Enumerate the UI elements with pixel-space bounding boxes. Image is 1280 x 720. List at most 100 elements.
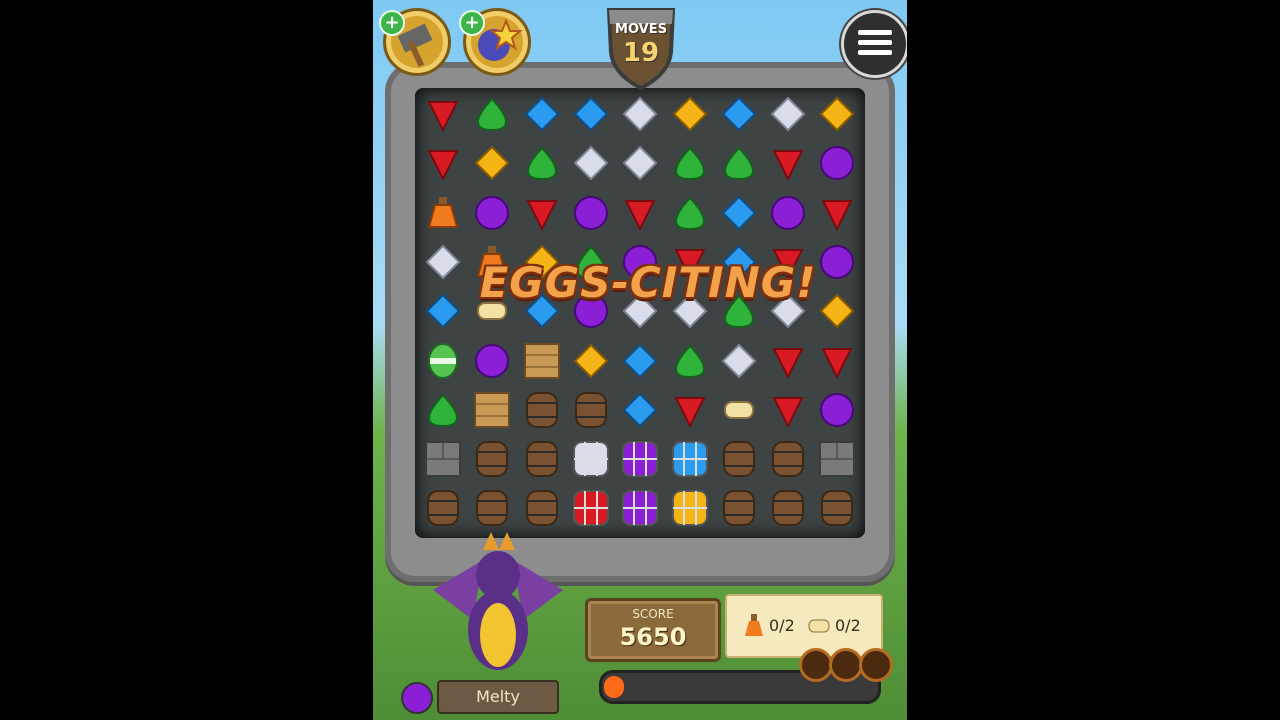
- combo-banner: EGGS-CITING!: [479, 258, 817, 307]
- progress-fill: [604, 676, 624, 698]
- board-cell-white[interactable]: [618, 141, 662, 185]
- board-cell-blue[interactable]: [618, 339, 662, 383]
- scroll-icon: [808, 619, 830, 633]
- board-cell-scroll[interactable]: [717, 388, 761, 432]
- board-cell-purple[interactable]: [815, 388, 859, 432]
- board-cell-red[interactable]: [766, 339, 810, 383]
- board-cell-barrel[interactable]: [766, 437, 810, 481]
- board-cell-stone[interactable]: [421, 437, 465, 481]
- board-cell-cage-yellow[interactable]: [668, 486, 712, 530]
- board-cell-red[interactable]: [766, 388, 810, 432]
- board-cell-barrel[interactable]: [717, 437, 761, 481]
- board-cell-purple[interactable]: [815, 141, 859, 185]
- board-cell-green[interactable]: [421, 388, 465, 432]
- score-value: 5650: [619, 623, 687, 651]
- green-gem-icon: [427, 393, 459, 427]
- board-cell-red[interactable]: [766, 141, 810, 185]
- stone-gem-icon: [425, 441, 461, 478]
- red-gem-icon: [772, 347, 804, 379]
- barrel-gem-icon: [574, 391, 607, 428]
- red-gem-icon: [772, 150, 804, 182]
- yellow-gem-icon: [573, 343, 609, 378]
- white-gem-icon: [770, 96, 806, 132]
- board-cell-red[interactable]: [668, 388, 712, 432]
- board-cell-barrel[interactable]: [815, 486, 859, 530]
- board-cell-egg[interactable]: [421, 339, 465, 383]
- scroll-gem-icon: [723, 400, 754, 419]
- board-cell-white[interactable]: [618, 92, 662, 136]
- board-cell-cage-purple[interactable]: [618, 486, 662, 530]
- blue-gem-icon: [573, 96, 609, 132]
- board-cell-blue[interactable]: [717, 191, 761, 235]
- board-cell-yellow[interactable]: [815, 92, 859, 136]
- green-gem-icon: [723, 146, 754, 181]
- board-cell-white[interactable]: [569, 141, 613, 185]
- board-cell-red[interactable]: [815, 339, 859, 383]
- board-cell-blue[interactable]: [421, 289, 465, 333]
- red-gem-icon: [821, 347, 854, 379]
- board-cell-cage-blue[interactable]: [668, 437, 712, 481]
- board-cell-green[interactable]: [668, 141, 712, 185]
- board-cell-red[interactable]: [618, 191, 662, 235]
- board-cell-barrel[interactable]: [520, 437, 564, 481]
- board-cell-red[interactable]: [421, 141, 465, 185]
- blue-gem-icon: [524, 96, 560, 132]
- progress-star-2: [829, 648, 863, 682]
- board-cell-green[interactable]: [520, 141, 564, 185]
- crate-gem-icon: [474, 391, 511, 428]
- barrel-gem-icon: [476, 441, 509, 478]
- board-cell-cage-purple[interactable]: [618, 437, 662, 481]
- board-cell-yellow[interactable]: [668, 92, 712, 136]
- score-panel: SCORE 5650: [585, 598, 721, 662]
- green-gem-icon: [674, 146, 705, 181]
- board-cell-yellow[interactable]: [470, 141, 514, 185]
- board-cell-red[interactable]: [815, 191, 859, 235]
- cage-purple-gem-icon: [622, 441, 659, 478]
- barrel-gem-icon: [525, 441, 558, 478]
- board-cell-barrel[interactable]: [520, 388, 564, 432]
- board-cell-white[interactable]: [766, 92, 810, 136]
- yellow-gem-icon: [819, 293, 855, 329]
- purple-gem-icon: [573, 195, 608, 230]
- board-cell-blue[interactable]: [618, 388, 662, 432]
- board-cell-potion[interactable]: [421, 191, 465, 235]
- board-cell-blue[interactable]: [520, 92, 564, 136]
- green-gem-icon: [477, 97, 508, 132]
- board-cell-green[interactable]: [668, 339, 712, 383]
- board-cell-purple[interactable]: [766, 191, 810, 235]
- board-cell-blue[interactable]: [717, 92, 761, 136]
- board-cell-blue[interactable]: [569, 92, 613, 136]
- progress-star-3: [859, 648, 893, 682]
- barrel-gem-icon: [525, 391, 558, 428]
- add-hammer-plus-icon[interactable]: +: [379, 10, 405, 36]
- board-cell-barrel[interactable]: [569, 388, 613, 432]
- moves-value: 19: [622, 38, 660, 68]
- board-cell-white[interactable]: [717, 339, 761, 383]
- board-cell-barrel[interactable]: [766, 486, 810, 530]
- add-wand-plus-icon[interactable]: +: [459, 10, 485, 36]
- board-cell-cage-white[interactable]: [569, 437, 613, 481]
- board-cell-green[interactable]: [470, 92, 514, 136]
- board-cell-green[interactable]: [668, 191, 712, 235]
- yellow-gem-icon: [819, 96, 855, 132]
- board-cell-purple[interactable]: [470, 339, 514, 383]
- character-name: Melty: [437, 680, 559, 714]
- purple-gem-icon: [475, 343, 510, 378]
- menu-button[interactable]: [841, 10, 907, 78]
- board-cell-barrel[interactable]: [470, 437, 514, 481]
- board-cell-purple[interactable]: [569, 191, 613, 235]
- blue-gem-icon: [622, 343, 658, 378]
- board-cell-red[interactable]: [421, 92, 465, 136]
- potion-goal-count: 0/2: [769, 616, 795, 635]
- board-cell-purple[interactable]: [470, 191, 514, 235]
- board-cell-green[interactable]: [717, 141, 761, 185]
- board-cell-red[interactable]: [520, 191, 564, 235]
- board-cell-stone[interactable]: [815, 437, 859, 481]
- green-gem-icon: [526, 146, 557, 181]
- board-cell-yellow[interactable]: [569, 339, 613, 383]
- green-gem-icon: [674, 196, 705, 230]
- board-cell-crate[interactable]: [470, 388, 514, 432]
- board-cell-white[interactable]: [421, 240, 465, 284]
- board-cell-crate[interactable]: [520, 339, 564, 383]
- board-cell-barrel[interactable]: [717, 486, 761, 530]
